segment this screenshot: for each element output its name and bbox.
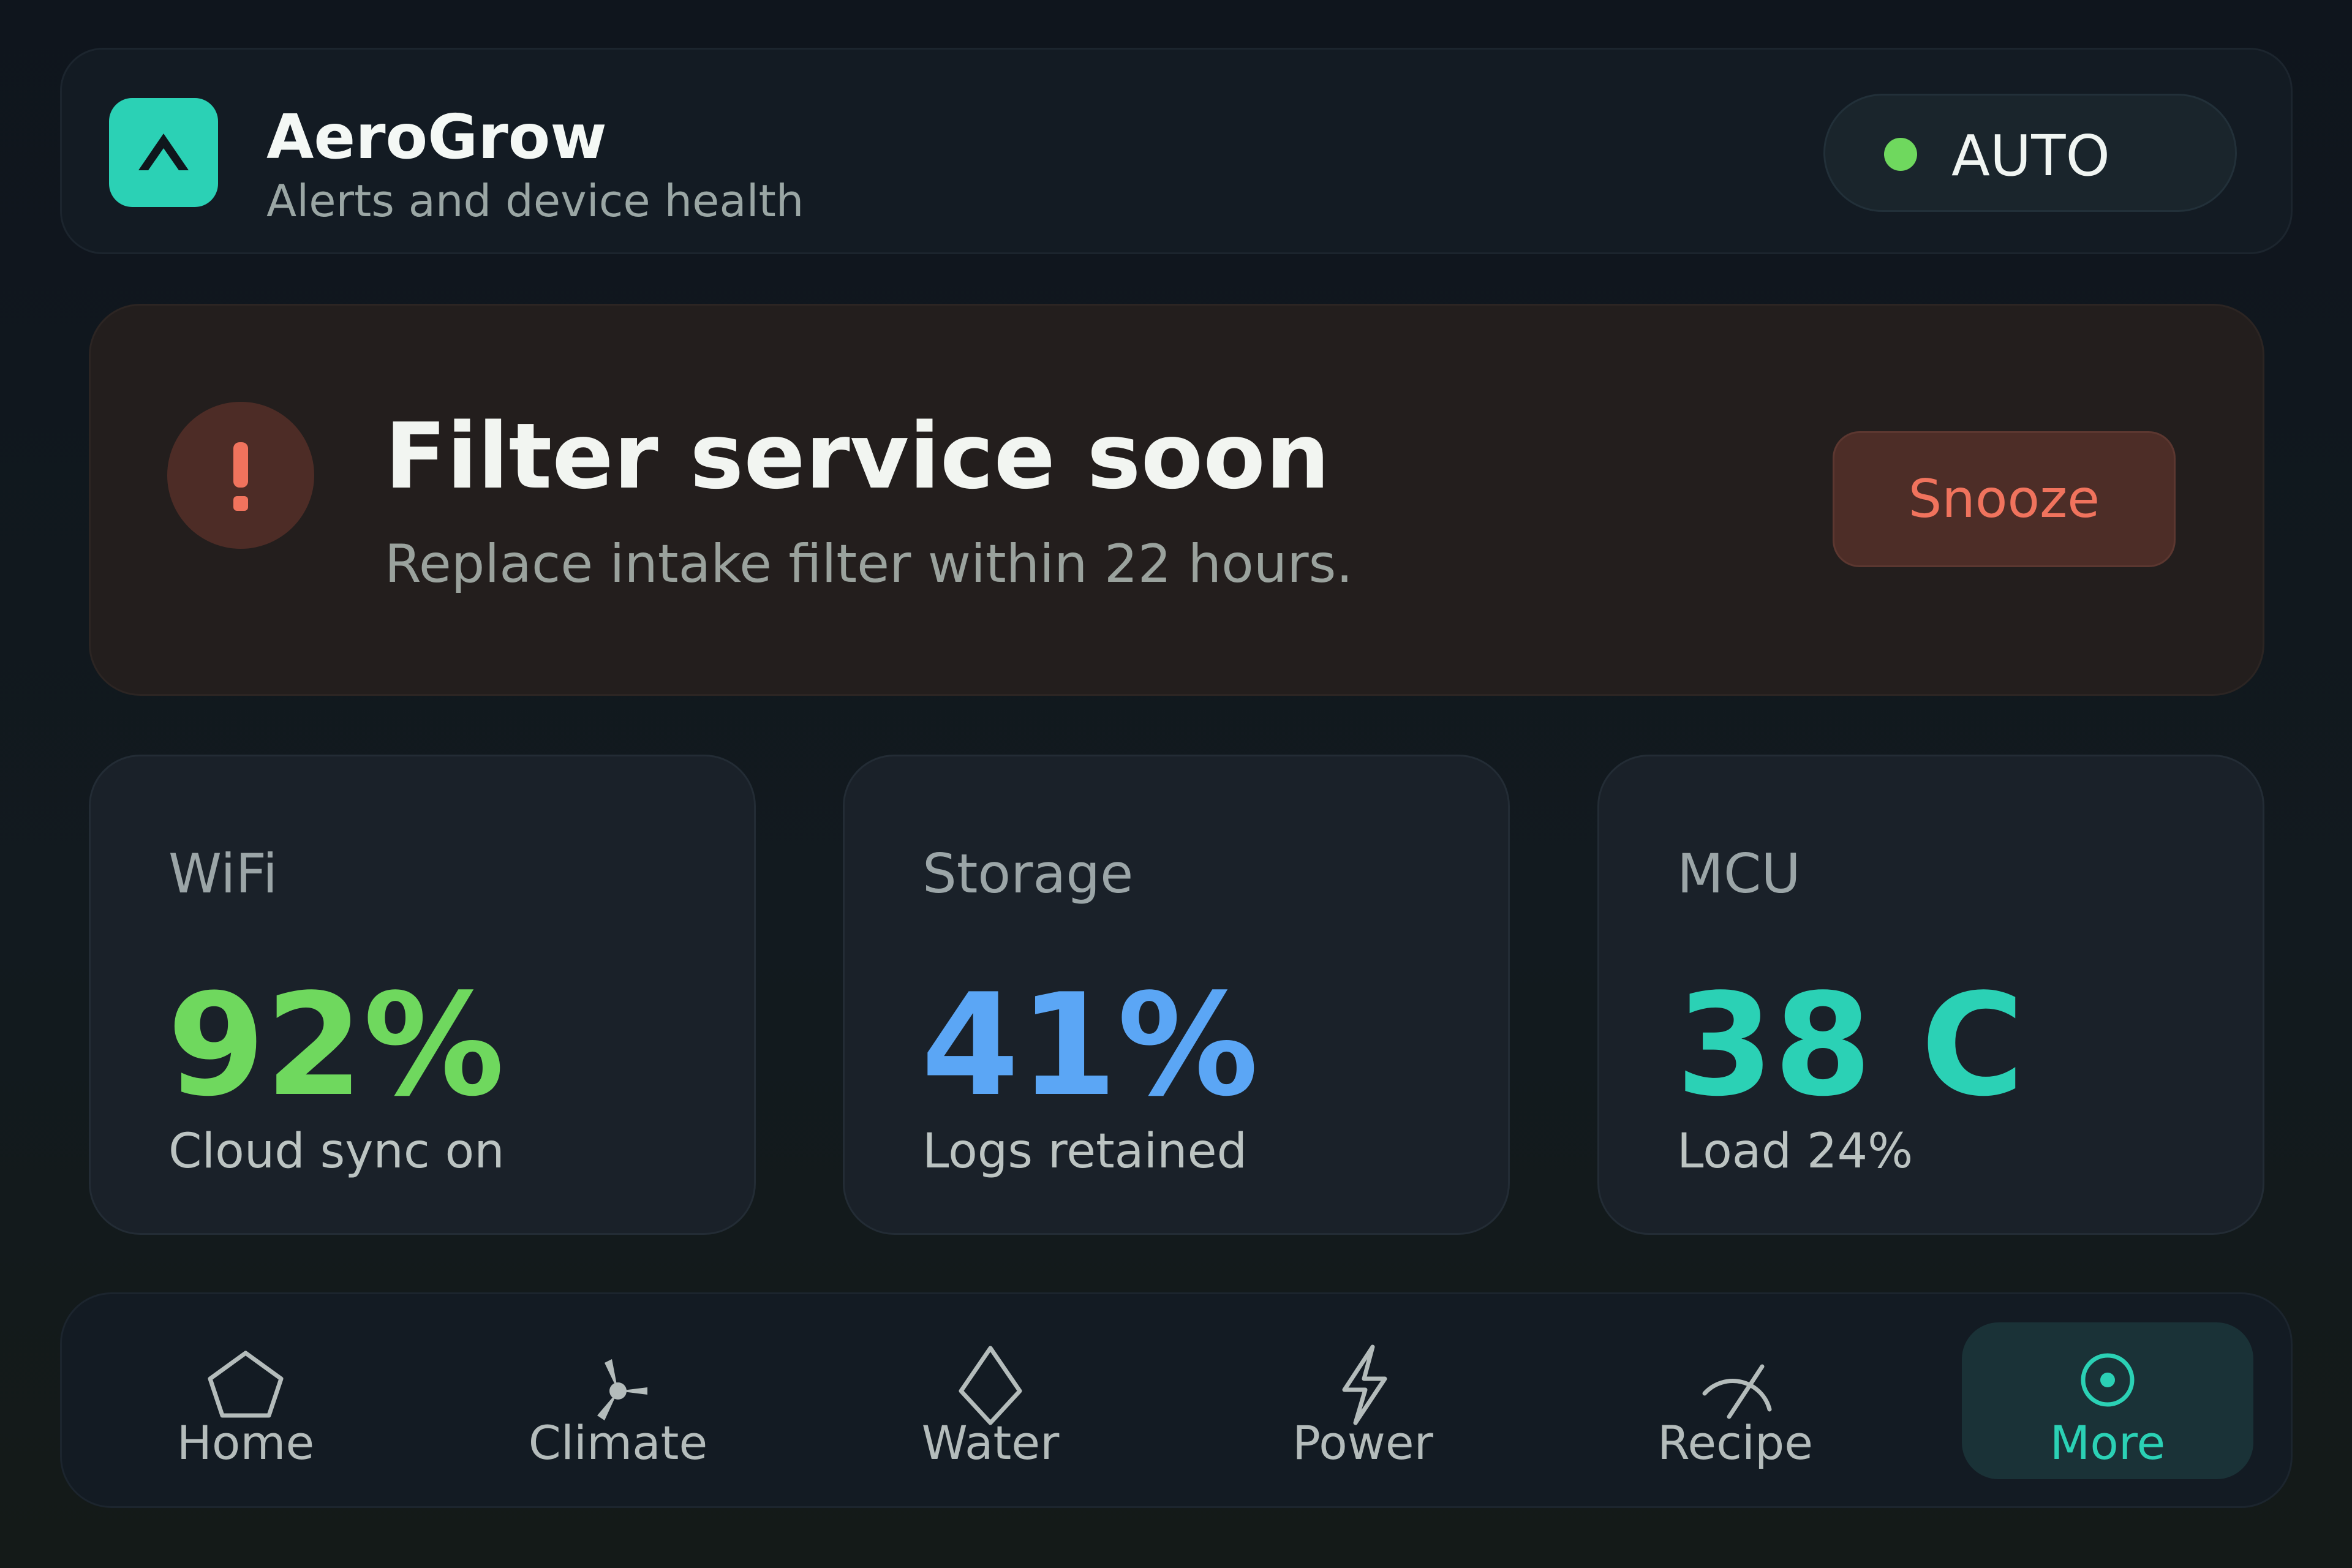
gauge-icon — [1702, 1364, 1772, 1419]
card-subtext: Cloud sync on — [168, 1124, 505, 1179]
card-label: MCU — [1677, 842, 1801, 905]
nav-item-power[interactable]: Power — [1217, 1322, 1509, 1479]
mode-label: AUTO — [1951, 123, 2110, 189]
mode-toggle[interactable]: AUTO — [1823, 94, 2237, 212]
alert-message: Replace intake filter within 22 hours. — [385, 533, 1353, 595]
bottom-nav: Home Climate Water Power Recipe More — [60, 1292, 2293, 1508]
nav-label: Water — [921, 1415, 1060, 1470]
bolt-icon — [1342, 1344, 1387, 1425]
nav-label: Power — [1292, 1415, 1433, 1470]
card-value: 38 C — [1676, 964, 2024, 1128]
fan-icon — [597, 1359, 647, 1420]
card-label: WiFi — [168, 842, 278, 905]
status-dot-icon — [1884, 138, 1917, 171]
exclamation-icon — [167, 402, 314, 549]
nav-item-recipe[interactable]: Recipe — [1589, 1322, 1881, 1479]
app-header: AeroGrow Alerts and device health AUTO — [60, 48, 2293, 254]
nav-label: More — [2049, 1415, 2166, 1470]
nav-item-more[interactable]: More — [1962, 1322, 2253, 1479]
card-value: 41% — [921, 964, 1259, 1128]
home-icon — [208, 1351, 284, 1418]
nav-label: Climate — [528, 1415, 708, 1470]
nav-item-water[interactable]: Water — [845, 1322, 1136, 1479]
app-subtitle: Alerts and device health — [266, 175, 804, 227]
nav-label: Recipe — [1657, 1415, 1814, 1470]
alert-banner: Filter service soon Replace intake filte… — [89, 304, 2264, 696]
nav-label: Home — [176, 1415, 315, 1470]
card-label: Storage — [922, 842, 1134, 905]
alert-title: Filter service soon — [385, 404, 1330, 509]
app-title: AeroGrow — [266, 101, 607, 173]
snooze-button[interactable]: Snooze — [1833, 431, 2176, 567]
mcu-card[interactable]: MCU 38 C Load 24% — [1597, 755, 2264, 1235]
storage-card[interactable]: Storage 41% Logs retained — [843, 755, 1510, 1235]
card-subtext: Load 24% — [1677, 1124, 1913, 1179]
droplet-icon — [959, 1346, 1022, 1425]
more-circle-icon — [2081, 1353, 2135, 1407]
nav-item-climate[interactable]: Climate — [472, 1322, 764, 1479]
card-subtext: Logs retained — [922, 1124, 1248, 1179]
wifi-card[interactable]: WiFi 92% Cloud sync on — [89, 755, 756, 1235]
nav-item-home[interactable]: Home — [100, 1322, 391, 1479]
card-value: 92% — [167, 964, 505, 1128]
app-logo-icon — [109, 98, 218, 207]
